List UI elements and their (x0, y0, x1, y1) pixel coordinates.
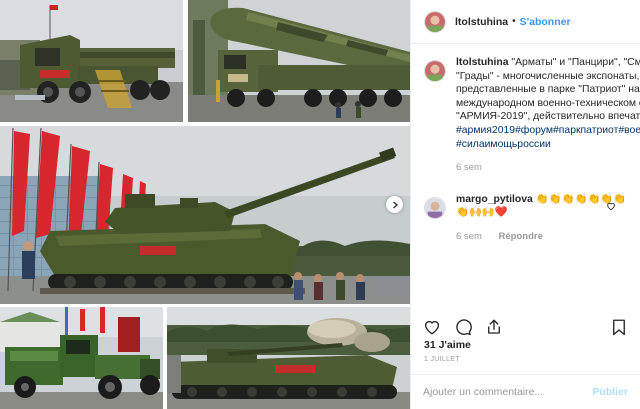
post-side-panel: ltolstuhina • S'abonner ltolstuhina "Арм… (410, 0, 640, 409)
comment-composer: Publier (411, 374, 640, 409)
post-media[interactable] (0, 0, 410, 409)
post-header: ltolstuhina • S'abonner (411, 0, 640, 44)
chevron-right-icon (392, 200, 398, 209)
save-button[interactable] (610, 318, 628, 336)
caption-age[interactable]: 6 sem (456, 162, 482, 173)
caption: ltolstuhina "Арматы" и "Панцири", "Смерч… (424, 56, 640, 175)
reply-button[interactable]: Répondre (499, 231, 543, 242)
header-separator: • (512, 16, 516, 27)
follow-button[interactable]: S'abonner (520, 16, 571, 28)
commenter-username[interactable]: margo_pytilova (456, 194, 533, 205)
photo-rocket-launcher (0, 0, 183, 122)
author-username[interactable]: ltolstuhina (455, 16, 508, 28)
share-button[interactable] (485, 318, 503, 336)
bookmark-icon (613, 319, 625, 336)
heart-icon (424, 320, 440, 335)
comment-input[interactable] (423, 386, 593, 398)
like-count[interactable]: 31 J'aime (424, 339, 471, 351)
comment-item: margo_pytilova 👏👏👏👏👏👏👏👏🙌🙌❤️ 6 sem Répond… (424, 193, 628, 244)
caption-avatar[interactable] (424, 60, 446, 82)
comment-icon (456, 319, 472, 336)
caption-hashtags[interactable]: #армия2019#форум#паркпатриот#военнаятехн… (456, 125, 640, 150)
author-avatar[interactable] (424, 10, 446, 33)
caption-author[interactable]: ltolstuhina (456, 57, 509, 68)
photo-main-battle-tank (0, 126, 410, 304)
share-icon (488, 319, 500, 334)
photo-vintage-truck (0, 307, 163, 409)
like-button[interactable] (423, 318, 441, 336)
photo-infantry-vehicle (167, 307, 410, 409)
comment-age[interactable]: 6 sem (456, 231, 482, 242)
small-heart-icon[interactable] (606, 201, 616, 211)
post-date[interactable]: 1 JUILLET (424, 356, 460, 363)
commenter-avatar[interactable] (424, 196, 446, 219)
comment-button[interactable] (454, 318, 472, 336)
post-comment-button[interactable]: Publier (592, 386, 628, 398)
next-photo-button[interactable] (386, 196, 403, 213)
action-bar (423, 316, 628, 338)
comments-list[interactable]: ltolstuhina "Арматы" и "Панцири", "Смерч… (411, 56, 640, 312)
photo-missile-carrier (188, 0, 410, 122)
